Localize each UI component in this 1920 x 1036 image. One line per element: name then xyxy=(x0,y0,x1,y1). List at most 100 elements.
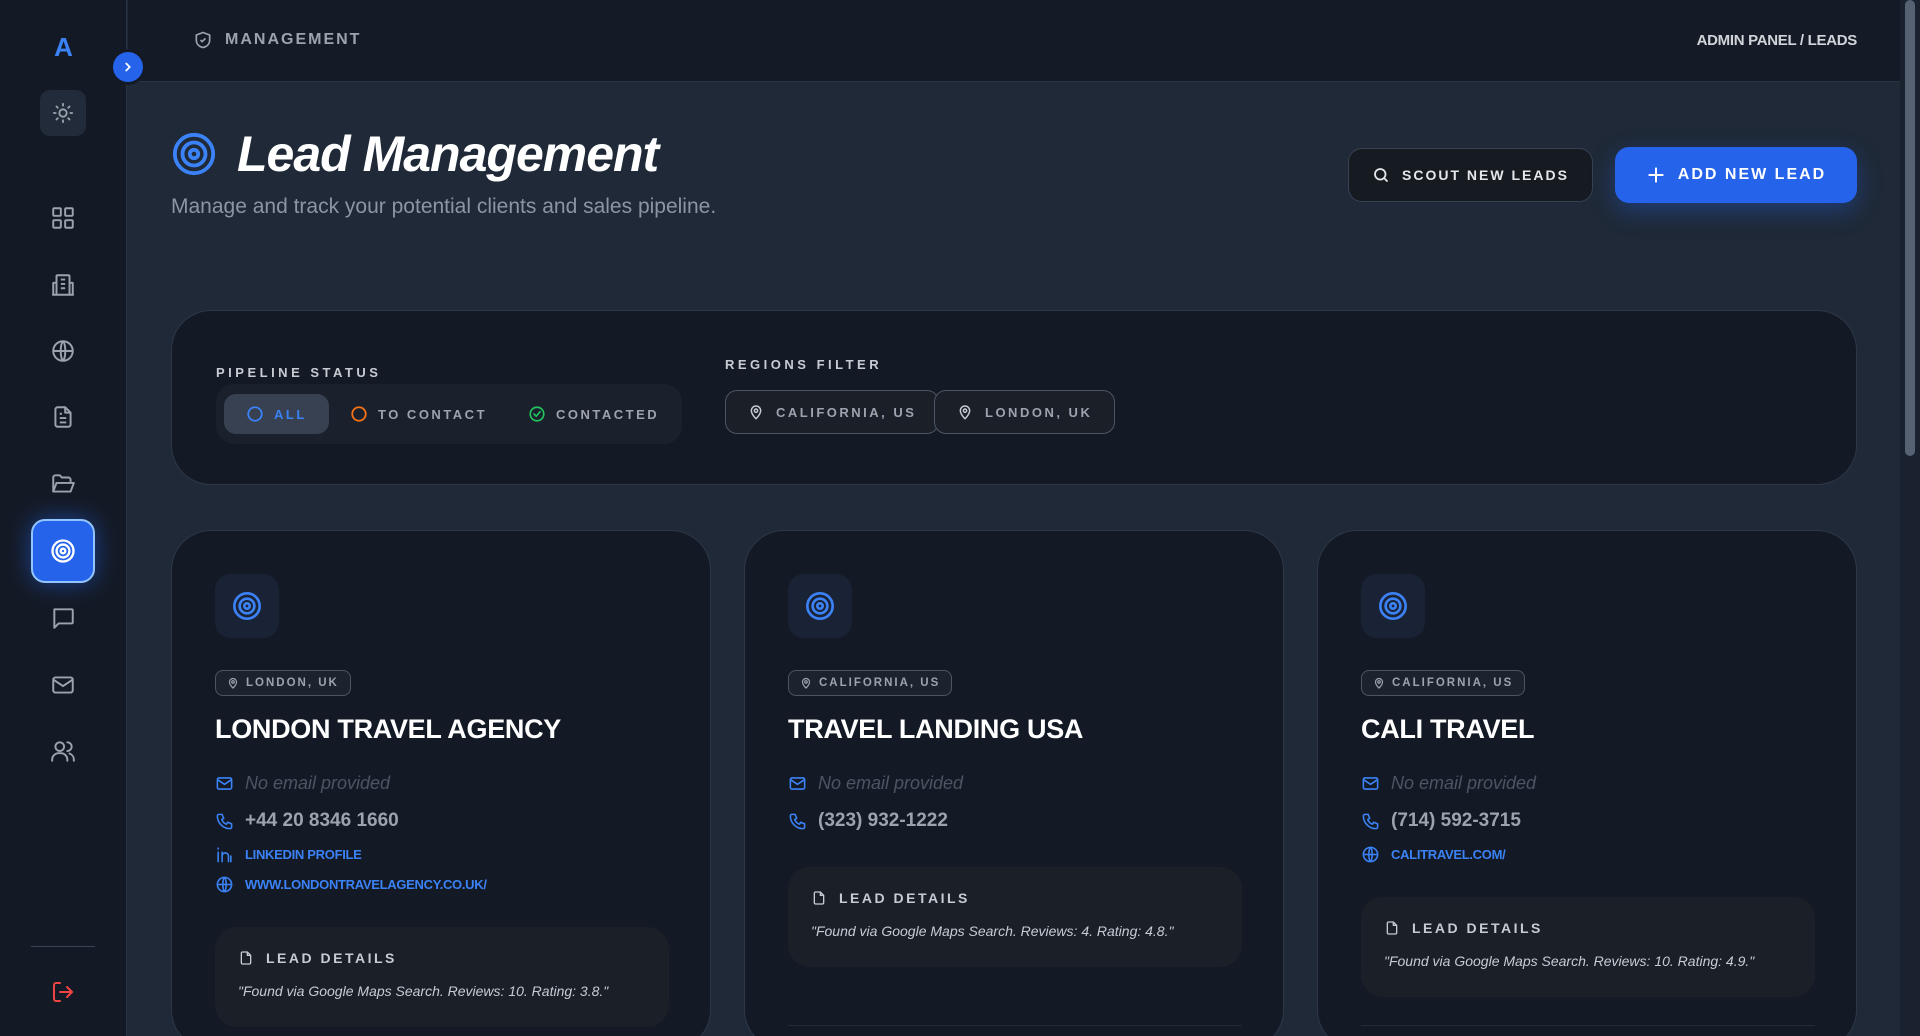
nav-folders[interactable] xyxy=(31,452,95,516)
linkedin-icon xyxy=(217,847,232,863)
lead-details-box: LEAD DETAILS "Found via Google Maps Sear… xyxy=(1361,897,1815,997)
map-pin-icon xyxy=(750,405,762,420)
logout-button[interactable] xyxy=(40,969,86,1015)
location-badge: LONDON, UK xyxy=(215,670,351,696)
location-label: CALIFORNIA, US xyxy=(1392,677,1514,689)
map-pin-icon xyxy=(1374,677,1384,689)
lead-details-text: "Found via Google Maps Search. Reviews: … xyxy=(238,983,609,999)
globe-icon xyxy=(52,340,74,362)
phone-icon xyxy=(216,813,233,829)
lead-details-label: LEAD DETAILS xyxy=(839,890,970,906)
sidebar-divider xyxy=(31,946,95,947)
lead-details-text: "Found via Google Maps Search. Reviews: … xyxy=(811,923,1174,939)
globe-icon xyxy=(216,876,233,893)
nav-documents[interactable] xyxy=(31,385,95,449)
status-contacted-button[interactable]: CONTACTED xyxy=(514,394,673,434)
phone-icon xyxy=(789,813,806,829)
lead-card[interactable]: LONDON, UK LONDON TRAVEL AGENCY No email… xyxy=(171,530,711,1036)
status-to-contact-button[interactable]: TO CONTACT xyxy=(336,394,501,434)
lead-icon xyxy=(788,574,852,638)
lead-details-text: "Found via Google Maps Search. Reviews: … xyxy=(1384,953,1755,969)
file-icon xyxy=(813,891,825,905)
lead-phone-row: (714) 592-3715 xyxy=(1361,810,1521,832)
lead-email: No email provided xyxy=(818,773,964,793)
lead-email-row: No email provided xyxy=(788,773,963,794)
section-label: MANAGEMENT xyxy=(193,30,361,50)
status-label: TO CONTACT xyxy=(378,406,488,422)
lead-details-box: LEAD DETAILS "Found via Google Maps Sear… xyxy=(788,867,1242,967)
target-icon xyxy=(233,592,261,620)
add-label: ADD NEW LEAD xyxy=(1677,166,1827,183)
breadcrumb: ADMIN PANEL / LEADS xyxy=(1696,32,1858,49)
users-icon xyxy=(51,741,75,762)
lead-website-link[interactable]: WWW.LONDONTRAVELAGENCY.CO.UK/ xyxy=(215,875,487,894)
nav-chat[interactable] xyxy=(31,586,95,650)
lead-card[interactable]: CALIFORNIA, US CALI TRAVEL No email prov… xyxy=(1317,530,1857,1036)
lead-phone: +44 20 8346 1660 xyxy=(245,810,399,831)
chevron-right-icon xyxy=(125,62,131,72)
target-icon xyxy=(172,132,216,176)
lead-email: No email provided xyxy=(1391,773,1537,793)
target-icon xyxy=(1379,592,1407,620)
nav-dashboard[interactable] xyxy=(31,186,95,250)
shield-check-icon xyxy=(195,31,211,49)
map-pin-icon xyxy=(959,405,971,420)
region-chip-london[interactable]: LONDON, UK xyxy=(934,390,1116,434)
lead-details-box: LEAD DETAILS "Found via Google Maps Sear… xyxy=(215,927,669,1027)
mail-icon xyxy=(216,777,233,790)
nav-buildings[interactable] xyxy=(31,253,95,317)
lead-email: No email provided xyxy=(245,773,391,793)
location-badge: CALIFORNIA, US xyxy=(788,670,953,696)
theme-toggle-button[interactable] xyxy=(40,90,86,136)
map-pin-icon xyxy=(228,677,238,689)
globe-icon xyxy=(1362,846,1379,863)
lead-card[interactable]: CALIFORNIA, US TRAVEL LANDING USA No ema… xyxy=(744,530,1284,1036)
chat-icon xyxy=(53,608,74,629)
lead-phone: (714) 592-3715 xyxy=(1391,810,1521,831)
scrollbar-thumb[interactable] xyxy=(1905,0,1915,456)
page-title: Lead Management xyxy=(237,126,659,182)
map-pin-icon xyxy=(801,677,811,689)
scrollbar[interactable] xyxy=(1900,0,1920,1036)
lead-name: TRAVEL LANDING USA xyxy=(788,714,1084,744)
region-chip-california[interactable]: CALIFORNIA, US xyxy=(725,390,940,434)
check-circle-icon xyxy=(529,406,545,422)
section-title: MANAGEMENT xyxy=(225,31,362,48)
lead-name: CALI TRAVEL xyxy=(1361,714,1535,744)
add-new-lead-button[interactable]: ADD NEW LEAD xyxy=(1615,147,1857,203)
document-icon xyxy=(54,406,72,428)
nav-users[interactable] xyxy=(31,719,95,783)
lead-icon xyxy=(215,574,279,638)
location-badge: CALIFORNIA, US xyxy=(1361,670,1526,696)
scout-label: SCOUT NEW LEADS xyxy=(1402,167,1569,183)
app-logo[interactable]: A xyxy=(0,32,127,63)
page-header: Lead Management xyxy=(171,125,659,183)
mail-icon xyxy=(1362,777,1379,790)
pipeline-status-label: PIPELINE STATUS xyxy=(216,365,382,380)
location-label: LONDON, UK xyxy=(246,677,339,689)
lead-details-header: LEAD DETAILS xyxy=(811,890,970,906)
phone-icon xyxy=(1362,813,1379,829)
nav-leads[interactable] xyxy=(31,519,95,583)
lead-website: WWW.LONDONTRAVELAGENCY.CO.UK/ xyxy=(245,877,487,892)
lead-phone-row: +44 20 8346 1660 xyxy=(215,810,399,832)
sidebar: A xyxy=(0,0,127,1036)
target-icon xyxy=(51,539,75,563)
status-all-button[interactable]: ALL xyxy=(224,394,329,434)
lead-details-header: LEAD DETAILS xyxy=(1384,920,1543,936)
filter-panel: PIPELINE STATUS ALL TO CONTACT CONTACTED… xyxy=(171,310,1857,485)
circle-icon xyxy=(351,406,367,422)
sidebar-collapse-button[interactable] xyxy=(113,52,143,82)
nav-globe[interactable] xyxy=(31,319,95,383)
card-divider xyxy=(1361,1025,1815,1026)
lead-linkedin: LINKEDIN PROFILE xyxy=(245,847,362,862)
scout-new-leads-button[interactable]: SCOUT NEW LEADS xyxy=(1348,148,1593,202)
plus-icon xyxy=(1648,167,1664,183)
lead-website-link[interactable]: CALITRAVEL.COM/ xyxy=(1361,845,1506,864)
page-subtitle: Manage and track your potential clients … xyxy=(171,195,717,218)
nav-mail[interactable] xyxy=(31,653,95,717)
logout-icon xyxy=(53,982,73,1002)
building-icon xyxy=(52,274,74,296)
lead-linkedin-link[interactable]: LINKEDIN PROFILE xyxy=(215,845,362,864)
lead-details-header: LEAD DETAILS xyxy=(238,950,397,966)
